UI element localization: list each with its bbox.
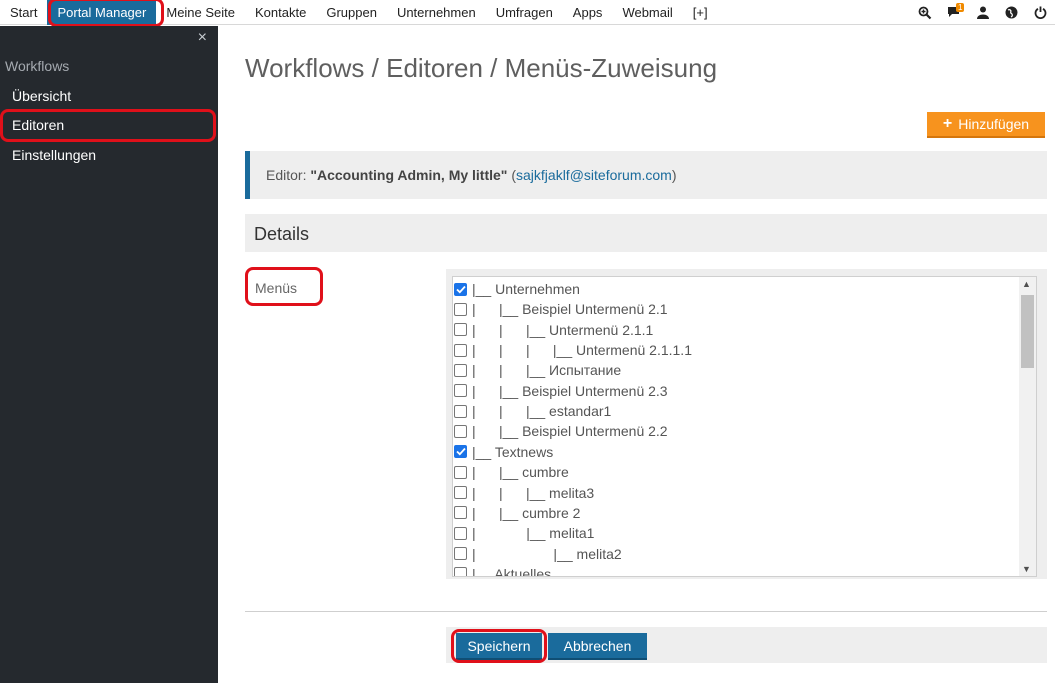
nav-apps[interactable]: Apps xyxy=(563,0,613,25)
add-button[interactable]: + Hinzufügen xyxy=(927,112,1045,138)
sidebar-section-title: Workflows xyxy=(5,58,70,74)
menu-item-label: | | |__ Untermenü 2.1.1 xyxy=(472,321,654,338)
nav-gruppen[interactable]: Gruppen xyxy=(316,0,387,25)
menu-checkbox[interactable] xyxy=(454,445,467,459)
menu-item-label: |__ Unternehmen xyxy=(472,281,580,297)
menu-tree-row[interactable]: | |__ melita2 xyxy=(453,544,622,564)
add-button-label: Hinzufügen xyxy=(958,116,1030,132)
menu-tree-row[interactable]: | |__ Beispiel Untermenü 2.2 xyxy=(453,421,668,441)
cancel-button[interactable]: Abbrechen xyxy=(548,633,647,660)
scrollbar-thumb[interactable] xyxy=(1021,295,1034,368)
menu-tree-row[interactable]: | |__ Beispiel Untermenü 2.3 xyxy=(453,381,668,401)
menu-tree-row[interactable]: | |__ cumbre xyxy=(453,462,569,482)
scrollbar[interactable]: ▲ ▼ xyxy=(1019,277,1036,576)
menu-item-label: | |__ cumbre xyxy=(472,464,569,481)
menu-tree-row[interactable]: | |__ Beispiel Untermenü 2.1 xyxy=(453,299,668,319)
menu-checkbox[interactable] xyxy=(454,567,467,576)
menu-tree-row[interactable]: | |__ cumbre 2 xyxy=(453,503,580,523)
menu-item-label: | |__ Beispiel Untermenü 2.3 xyxy=(472,382,668,399)
menu-tree-row[interactable]: | | | |__ Untermenü 2.1.1.1 xyxy=(453,340,692,360)
menu-checkbox[interactable] xyxy=(454,404,467,418)
nav-unternehmen[interactable]: Unternehmen xyxy=(387,0,486,25)
menu-checkbox[interactable] xyxy=(454,323,467,337)
menu-checkbox[interactable] xyxy=(454,526,467,540)
user-icon[interactable] xyxy=(968,0,997,25)
menu-item-label: |__ Aktuelles xyxy=(472,565,552,577)
menu-checkbox[interactable] xyxy=(454,302,467,316)
nav-webmail[interactable]: Webmail xyxy=(612,0,682,25)
menu-checkbox[interactable] xyxy=(454,343,467,357)
sidebar-close-icon[interactable]: × xyxy=(198,29,207,47)
power-icon[interactable] xyxy=(1026,0,1055,25)
menu-item-label: |__ Textnews xyxy=(472,443,554,460)
menu-checkbox[interactable] xyxy=(454,506,467,520)
nav-portal-manager[interactable]: Portal Manager xyxy=(47,0,157,25)
menu-tree-row[interactable]: | | |__ melita3 xyxy=(453,483,594,503)
menu-item-label: | |__ melita1 xyxy=(472,525,595,542)
scroll-down-icon[interactable]: ▼ xyxy=(1022,564,1031,574)
paren-open: ( xyxy=(507,167,517,183)
paren-close: ) xyxy=(671,167,677,183)
scroll-up-icon[interactable]: ▲ xyxy=(1022,279,1031,289)
sidebar-item-editoren[interactable]: Editoren xyxy=(12,117,64,133)
nav-add-more[interactable]: [+] xyxy=(683,0,718,25)
menus-label: Menüs xyxy=(255,280,298,296)
menu-checkbox[interactable] xyxy=(454,282,467,296)
nav-umfragen[interactable]: Umfragen xyxy=(486,0,563,25)
top-navigation: Start Portal Manager Meine Seite Kontakt… xyxy=(0,0,1055,25)
menu-tree-row[interactable]: | | |__ Untermenü 2.1.1 xyxy=(453,320,653,340)
page-title: Workflows / Editoren / Menüs-Zuweisung xyxy=(245,53,718,83)
top-icon-group: 1 xyxy=(910,0,1055,25)
chat-icon[interactable]: 1 xyxy=(939,0,968,25)
menu-item-label: | |__ melita2 xyxy=(472,545,622,562)
menu-item-label: | | | |__ Untermenü 2.1.1.1 xyxy=(472,342,692,359)
editor-email-link[interactable]: sajkfjaklf@siteforum.com xyxy=(516,167,672,183)
sidebar: × Workflows Übersicht Editoren Einstellu… xyxy=(0,26,218,683)
save-button[interactable]: Speichern xyxy=(456,633,542,660)
menu-tree-row[interactable]: |__ Unternehmen xyxy=(453,279,580,299)
menu-checkbox[interactable] xyxy=(454,424,467,438)
menu-item-label: | |__ Beispiel Untermenü 2.1 xyxy=(472,301,668,318)
editor-prefix: Editor: xyxy=(266,167,311,183)
notification-badge: 1 xyxy=(956,3,965,12)
menu-item-label: | |__ cumbre 2 xyxy=(472,504,581,521)
menu-tree-row[interactable]: |__ Aktuelles xyxy=(453,564,552,577)
nav-start[interactable]: Start xyxy=(0,0,47,25)
details-heading: Details xyxy=(245,214,1047,252)
menu-item-label: | | |__ Испытание xyxy=(472,362,622,379)
menu-tree-row[interactable]: | |__ melita1 xyxy=(453,523,594,543)
zoom-in-icon[interactable] xyxy=(910,0,939,25)
menu-checkbox[interactable] xyxy=(454,465,467,479)
menu-checkbox[interactable] xyxy=(454,384,467,398)
editor-name: "Accounting Admin, My little" xyxy=(310,167,508,183)
plus-icon: + xyxy=(942,115,953,132)
sidebar-item-einstellungen[interactable]: Einstellungen xyxy=(12,147,96,163)
sidebar-item-uebersicht[interactable]: Übersicht xyxy=(12,88,71,104)
globe-icon[interactable] xyxy=(997,0,1026,25)
menu-checkbox[interactable] xyxy=(454,547,467,561)
menu-tree-row[interactable]: | | |__ estandar1 xyxy=(453,401,611,421)
menu-tree-list[interactable]: ▲ ▼ |__ Unternehmen | |__ Beispiel Unterm… xyxy=(452,276,1037,577)
menu-item-label: | | |__ estandar1 xyxy=(472,403,612,420)
nav-kontakte[interactable]: Kontakte xyxy=(245,0,316,25)
form-divider xyxy=(245,611,1047,612)
menu-checkbox[interactable] xyxy=(454,486,467,499)
editor-info-box: Editor: "Accounting Admin, My little" (s… xyxy=(245,151,1047,199)
menu-checkbox[interactable] xyxy=(454,363,467,377)
menu-tree-row[interactable]: | | |__ Испытание xyxy=(453,360,621,380)
nav-meine-seite[interactable]: Meine Seite xyxy=(156,0,245,25)
menu-item-label: | | |__ melita3 xyxy=(472,484,595,501)
menu-tree-row[interactable]: |__ Textnews xyxy=(453,442,553,462)
menu-item-label: | |__ Beispiel Untermenü 2.2 xyxy=(472,423,668,440)
